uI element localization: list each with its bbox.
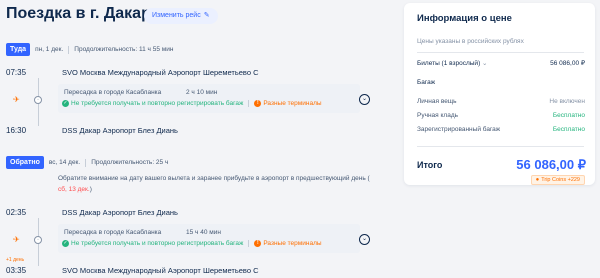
return-departure-airport: DSS Дакар Аэропорт Блез Диань (62, 208, 178, 217)
plane-icon: ✈ (13, 235, 20, 244)
outbound-departure-airport: SVO Москва Международный Аэропорт Шереме… (62, 68, 259, 77)
outbound-duration: Продолжительность: 11 ч 55 мин (74, 46, 174, 53)
personal-item-label: Личная вещь (417, 98, 457, 105)
page-title: Поездка в г. Дакар (6, 5, 151, 22)
tickets-value: 56 086,00 ₽ (550, 60, 585, 67)
transfer-city: Пересадка в городе Касабланка (64, 89, 162, 96)
price-subtitle: Цены указаны в российских рублях (417, 38, 524, 45)
price-info-card: Информация о цене Цены указаны в российс… (404, 3, 595, 185)
baggage-heading: Багаж (417, 79, 436, 86)
terminals-note: Разные терминалы (263, 240, 322, 247)
outbound-arrival-time: 16:30 (6, 126, 27, 135)
checked-baggage-row: Зарегистрированный багаж Бесплатно (417, 126, 585, 133)
return-date: вс, 14 дек. (48, 159, 81, 166)
checked-baggage-label: Зарегистрированный багаж (417, 126, 501, 133)
baggage-note: Не требуется получать и повторно регистр… (71, 240, 244, 247)
notice-text: Обратите внимание на дату вашего вылета … (58, 175, 370, 182)
check-circle-icon: ✓ (62, 100, 69, 107)
warning-icon: ! (254, 240, 262, 247)
trip-coins-label: Trip Coins +229 (541, 177, 580, 183)
carry-on-row: Ручная кладь Бесплатно (417, 112, 585, 119)
trip-coins-badge: ● Trip Coins +229 (530, 175, 585, 185)
pencil-icon: ✎ (203, 12, 210, 19)
carry-on-value: Бесплатно (552, 112, 585, 119)
tickets-row[interactable]: Билеты (1 взрослый) ⌄ 56 086,00 ₽ (417, 59, 585, 67)
return-arrival-airport: SVO Москва Международный Аэропорт Шереме… (62, 266, 259, 275)
return-transfer-box: Пересадка в городе Касабланка 15 ч 40 ми… (58, 224, 360, 253)
total-label: Итого (417, 160, 443, 170)
terminals-note: Разные терминалы (263, 100, 322, 107)
outbound-badge: Туда (6, 43, 31, 56)
return-departure-time: 02:35 (6, 208, 27, 217)
transfer-duration: 2 ч 10 мин (186, 89, 218, 96)
plane-icon: ✈ (13, 95, 20, 104)
coin-icon: ● (535, 177, 540, 183)
return-duration: Продолжительность: 25 ч (91, 159, 169, 166)
return-header: Обратно вс, 14 дек. Продолжительность: 2… (6, 156, 168, 169)
transfer-notes: ✓ Не требуется получать и повторно регис… (62, 240, 322, 247)
tickets-label: Билеты (1 взрослый) ⌄ (417, 60, 488, 67)
checked-baggage-value: Бесплатно (552, 126, 585, 133)
outbound-header: Туда пн, 1 дек. Продолжительность: 11 ч … (6, 43, 173, 56)
transfer-point-icon: ◦ (34, 236, 42, 244)
change-flight-button[interactable]: Изменить рейс ✎ (144, 8, 218, 24)
transfer-city: Пересадка в городе Касабланка (64, 229, 162, 236)
notice-date: сб, 13 дек. (58, 186, 90, 193)
check-circle-icon: ✓ (62, 240, 69, 247)
warning-icon: ! (254, 100, 262, 107)
chevron-down-icon: ⌄ (482, 60, 488, 67)
change-flight-label: Изменить рейс (152, 12, 201, 19)
price-title: Информация о цене (417, 13, 512, 24)
return-badge: Обратно (6, 156, 44, 169)
outbound-transfer-box: Пересадка в городе Касабланка 2 ч 10 мин… (58, 84, 360, 113)
carry-on-label: Ручная кладь (417, 112, 459, 119)
outbound-date: пн, 1 дек. (35, 46, 64, 53)
baggage-note: Не требуется получать и повторно регистр… (71, 100, 244, 107)
date-notice: Обратите внимание на дату вашего вылета … (58, 173, 380, 195)
itinerary-panel: Поездка в г. Дакар Изменить рейс ✎ Туда … (0, 0, 392, 278)
divider (248, 240, 250, 247)
divider (68, 45, 70, 54)
chevron-down-icon[interactable]: ⌄ (359, 234, 370, 245)
chevron-down-icon[interactable]: ⌄ (359, 94, 370, 105)
next-day-badge: +1 день (6, 257, 25, 263)
transfer-point-icon: ◦ (34, 96, 42, 104)
return-arrival-time: 03:35 (6, 266, 27, 275)
divider (85, 158, 87, 167)
personal-item-value: Не включен (549, 98, 585, 105)
divider (248, 100, 250, 107)
divider (417, 146, 584, 147)
transfer-duration: 15 ч 40 мин (186, 229, 221, 236)
outbound-departure-time: 07:35 (6, 68, 27, 77)
divider (417, 52, 584, 53)
total-value: 56 086,00 ₽ (516, 157, 586, 172)
outbound-arrival-airport: DSS Дакар Аэропорт Блез Диань (62, 126, 178, 135)
personal-item-row: Личная вещь Не включен (417, 98, 585, 105)
transfer-notes: ✓ Не требуется получать и повторно регис… (62, 100, 322, 107)
notice-close: ) (89, 186, 92, 193)
